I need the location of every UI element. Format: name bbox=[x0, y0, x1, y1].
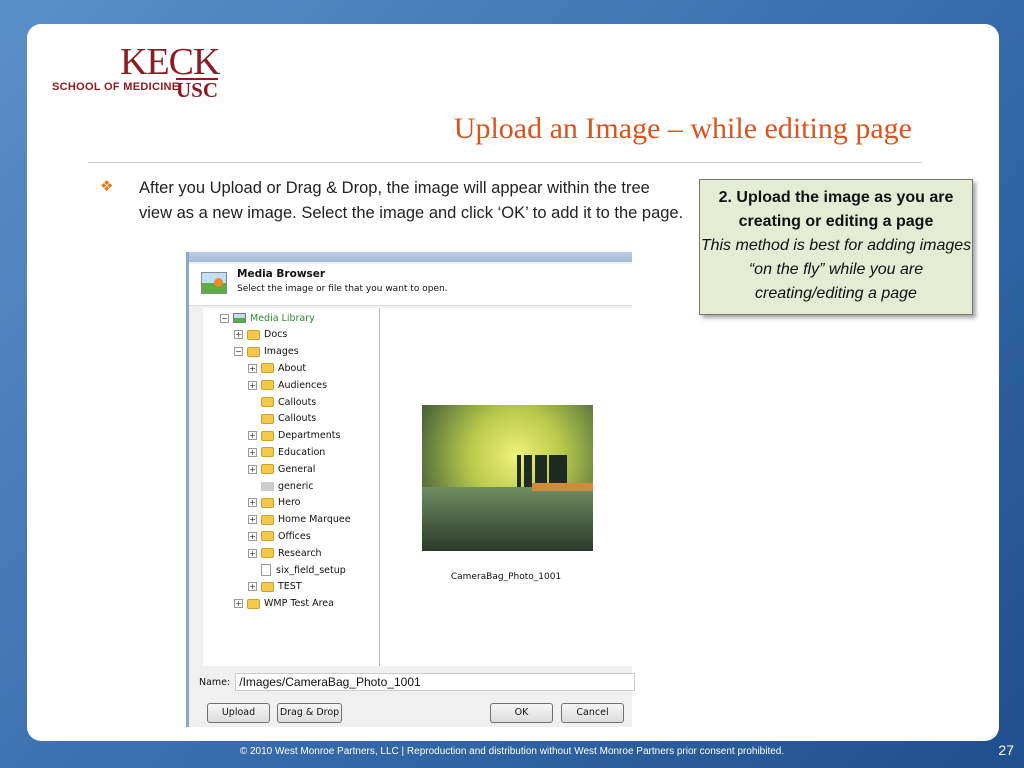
dialog-subtitle: Select the image or file that you want t… bbox=[237, 284, 448, 294]
tree-item-label: Education bbox=[278, 446, 326, 458]
folder-icon bbox=[247, 346, 260, 357]
expand-icon[interactable]: + bbox=[248, 582, 257, 592]
tree-item-label: Departments bbox=[278, 430, 341, 442]
title-divider bbox=[88, 162, 922, 163]
callout-box: 2. Upload the image as you are creating … bbox=[699, 179, 973, 315]
tree-item-label: Audiences bbox=[278, 379, 328, 391]
media-tree[interactable]: − Media Library + Docs − Images + About + Audienc… bbox=[203, 308, 380, 666]
tree-item[interactable]: − Media Library bbox=[220, 310, 315, 326]
window-titlebar bbox=[189, 252, 632, 262]
folder-icon bbox=[261, 397, 274, 407]
dialog-header: Media Browser Select the image or file t… bbox=[189, 264, 632, 306]
tree-item-label: Media Library bbox=[250, 312, 315, 324]
slide-title: Upload an Image – while editing page bbox=[453, 112, 912, 145]
logo-school: SCHOOL OF MEDICINE bbox=[52, 81, 180, 93]
tree-item-label: Callouts bbox=[278, 413, 317, 425]
collapse-icon[interactable]: − bbox=[220, 313, 229, 323]
bullet-diamond-icon: ❖ bbox=[100, 177, 114, 195]
keck-usc-logo: KECK SCHOOL OF MEDICINE USC bbox=[50, 40, 220, 106]
folder-icon bbox=[261, 497, 274, 508]
tree-item-label: General bbox=[278, 463, 316, 475]
tree-item[interactable]: − Images bbox=[234, 344, 299, 360]
bullet-text: After you Upload or Drag & Drop, the ima… bbox=[139, 179, 684, 222]
folder-icon bbox=[261, 548, 274, 559]
preview-caption: CameraBag_Photo_1001 bbox=[450, 572, 562, 582]
tree-item[interactable]: + Hero bbox=[248, 495, 301, 511]
expand-icon[interactable]: + bbox=[248, 380, 257, 390]
folder-icon bbox=[261, 581, 274, 592]
folder-icon bbox=[261, 363, 274, 374]
tree-item-label: Offices bbox=[278, 530, 311, 542]
preview-image[interactable] bbox=[422, 405, 593, 551]
preview-pane: CameraBag_Photo_1001 bbox=[380, 308, 632, 666]
tree-item[interactable]: + TEST bbox=[248, 579, 302, 595]
tree-item[interactable]: Callouts bbox=[248, 411, 316, 427]
tree-item-label: Home Marquee bbox=[278, 514, 351, 526]
tree-item[interactable]: six_field_setup bbox=[248, 562, 346, 578]
logo-usc: USC bbox=[176, 78, 219, 102]
lake bbox=[422, 487, 593, 551]
expand-icon[interactable]: + bbox=[248, 498, 257, 508]
expand-icon[interactable]: + bbox=[248, 431, 257, 441]
expand-icon[interactable]: + bbox=[248, 464, 257, 474]
expand-icon[interactable]: + bbox=[248, 363, 257, 373]
tree-item[interactable]: + WMP Test Area bbox=[234, 596, 334, 612]
tree-item-label: TEST bbox=[278, 581, 302, 593]
tree-item-label: generic bbox=[278, 480, 314, 492]
folder-icon bbox=[261, 447, 274, 458]
tree-item[interactable]: generic bbox=[248, 478, 314, 494]
page-number: 27 bbox=[998, 742, 1014, 758]
tree-item-label: six_field_setup bbox=[276, 564, 346, 576]
beach bbox=[532, 483, 593, 491]
tree-item[interactable]: + Docs bbox=[234, 327, 287, 343]
tree-item-label: WMP Test Area bbox=[264, 598, 334, 610]
expand-icon[interactable]: + bbox=[234, 330, 243, 340]
name-input[interactable]: /Images/CameraBag_Photo_1001 bbox=[235, 673, 636, 691]
media-image-icon bbox=[201, 272, 227, 294]
expand-icon[interactable]: + bbox=[234, 599, 243, 609]
expand-icon[interactable]: + bbox=[248, 548, 257, 558]
tree-item[interactable]: + Education bbox=[248, 444, 325, 460]
tree-item-label: Docs bbox=[264, 329, 288, 341]
callout-body: This method is best for adding images “o… bbox=[700, 237, 972, 302]
tree-item-label: Hero bbox=[278, 497, 301, 509]
library-icon bbox=[233, 313, 246, 323]
name-row: Name: /Images/CameraBag_Photo_1001 bbox=[199, 673, 636, 691]
tree-item[interactable]: + Offices bbox=[248, 528, 311, 544]
footer-copyright: © 2010 West Monroe Partners, LLC | Repro… bbox=[239, 746, 785, 757]
collapse-icon[interactable]: − bbox=[234, 347, 243, 357]
dialog-title: Media Browser bbox=[237, 268, 326, 280]
expand-icon[interactable]: + bbox=[248, 447, 257, 457]
media-browser-dialog: Media Browser Select the image or file t… bbox=[186, 252, 636, 727]
tree-item-label: About bbox=[278, 362, 307, 374]
tree-item[interactable]: + Research bbox=[248, 545, 322, 561]
folder-icon bbox=[261, 430, 274, 441]
folder-icon bbox=[247, 329, 260, 340]
folder-icon bbox=[247, 598, 260, 609]
tree-item[interactable]: + General bbox=[248, 461, 315, 477]
upload-button[interactable]: Upload bbox=[207, 703, 270, 723]
file-icon bbox=[261, 564, 271, 576]
ok-button[interactable]: OK bbox=[490, 703, 553, 723]
folder-icon bbox=[261, 464, 274, 475]
folder-icon bbox=[261, 514, 274, 525]
name-label: Name: bbox=[199, 676, 231, 688]
tree-item-label: Callouts bbox=[278, 396, 317, 408]
folder-icon bbox=[261, 380, 274, 391]
callout-heading: 2. Upload the image as you are creating … bbox=[718, 189, 954, 230]
tree-item[interactable]: + Audiences bbox=[248, 377, 327, 393]
tree-item[interactable]: + Departments bbox=[248, 428, 340, 444]
tree-item[interactable]: + About bbox=[248, 360, 306, 376]
tree-item[interactable]: Callouts bbox=[248, 394, 316, 410]
tree-item[interactable]: + Home Marquee bbox=[248, 512, 351, 528]
tree-item-label: Research bbox=[278, 547, 322, 559]
drag-drop-button[interactable]: Drag & Drop bbox=[277, 703, 342, 723]
folder-icon bbox=[261, 531, 274, 542]
tree-item-label: Images bbox=[264, 346, 299, 358]
expand-icon[interactable]: + bbox=[248, 515, 257, 525]
folder-icon bbox=[261, 413, 274, 424]
expand-icon[interactable]: + bbox=[248, 531, 257, 541]
generic-icon bbox=[261, 481, 274, 491]
cancel-button[interactable]: Cancel bbox=[561, 703, 624, 723]
